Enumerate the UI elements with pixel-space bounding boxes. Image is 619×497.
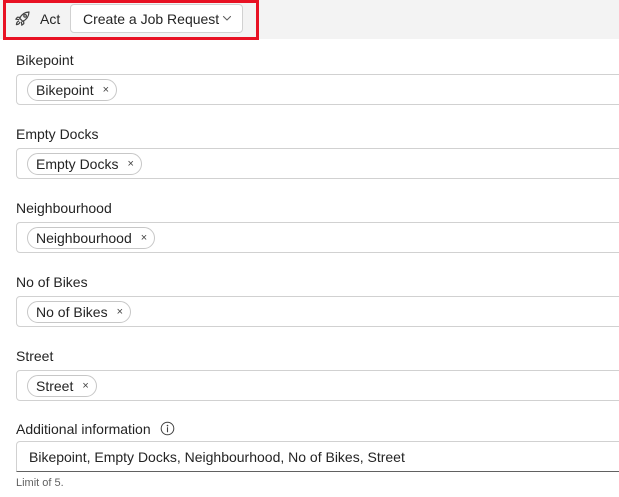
street-label: Street	[16, 348, 54, 364]
remove-tag-icon[interactable]: ×	[141, 232, 147, 244]
street-tag: Street ×	[27, 375, 97, 397]
tag-label: Neighbourhood	[36, 230, 132, 246]
info-icon[interactable]	[160, 421, 175, 436]
empty-docks-tag: Empty Docks ×	[27, 153, 142, 175]
neighbourhood-tag: Neighbourhood ×	[27, 227, 156, 249]
remove-tag-icon[interactable]: ×	[127, 158, 133, 170]
additional-information-label: Additional information	[16, 421, 151, 437]
bikepoint-field[interactable]: Bikepoint ×	[16, 74, 619, 105]
remove-tag-icon[interactable]: ×	[103, 84, 109, 96]
neighbourhood-field[interactable]: Neighbourhood ×	[16, 222, 619, 253]
tag-label: Bikepoint	[36, 82, 94, 98]
empty-docks-label: Empty Docks	[16, 126, 99, 142]
bikepoint-tag: Bikepoint ×	[27, 79, 118, 101]
remove-tag-icon[interactable]: ×	[117, 306, 123, 318]
tag-label: Street	[36, 378, 74, 394]
additional-information-input[interactable]	[16, 441, 619, 472]
street-field[interactable]: Street ×	[16, 370, 619, 401]
bikepoint-label: Bikepoint	[16, 52, 74, 68]
no-of-bikes-tag: No of Bikes ×	[27, 301, 132, 323]
limit-text: Limit of 5.	[16, 477, 64, 489]
neighbourhood-label: Neighbourhood	[16, 200, 112, 216]
tag-label: No of Bikes	[36, 304, 108, 320]
no-of-bikes-field[interactable]: No of Bikes ×	[16, 296, 619, 327]
remove-tag-icon[interactable]: ×	[82, 380, 88, 392]
tag-label: Empty Docks	[36, 156, 119, 172]
no-of-bikes-label: No of Bikes	[16, 274, 88, 290]
highlight-box	[3, 0, 259, 40]
empty-docks-field[interactable]: Empty Docks ×	[16, 148, 619, 179]
